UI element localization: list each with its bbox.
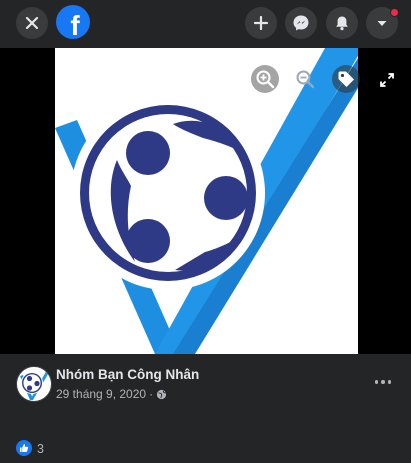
- globe-icon: [157, 389, 167, 399]
- zoom-out-icon: [296, 70, 315, 89]
- expand-icon: [380, 73, 394, 87]
- photo-viewer: [0, 48, 411, 354]
- notification-dot: [390, 8, 399, 17]
- tag-button[interactable]: [332, 65, 360, 93]
- top-bar: f: [0, 0, 411, 48]
- tag-icon: [338, 71, 354, 87]
- plus-icon: [253, 15, 269, 31]
- meta-separator: ·: [149, 387, 154, 401]
- facebook-logo-letter: f: [70, 10, 80, 41]
- more-options-button[interactable]: [371, 374, 395, 390]
- close-icon: [25, 16, 39, 30]
- zoom-in-icon: [256, 70, 275, 89]
- post-meta: 29 tháng 9, 2020 ·: [56, 387, 167, 401]
- zoom-in-button[interactable]: [251, 65, 279, 93]
- like-icon[interactable]: [16, 440, 32, 456]
- facebook-logo[interactable]: f: [56, 5, 90, 41]
- post-date-link[interactable]: 29 tháng 9, 2020: [56, 387, 146, 401]
- more-dot: [387, 380, 392, 384]
- reaction-count[interactable]: 3: [37, 442, 44, 456]
- fullscreen-button[interactable]: [376, 69, 398, 91]
- group-avatar[interactable]: [16, 366, 52, 402]
- more-dot: [374, 380, 379, 384]
- post-photo[interactable]: [55, 48, 358, 354]
- messenger-button[interactable]: [285, 7, 317, 39]
- group-logo-image: [55, 48, 358, 354]
- create-button[interactable]: [245, 7, 277, 39]
- zoom-out-button[interactable]: [291, 65, 319, 93]
- group-name-link[interactable]: Nhóm Bạn Công Nhân: [56, 367, 199, 382]
- notifications-button[interactable]: [326, 7, 358, 39]
- chevron-down-icon: [377, 21, 387, 26]
- bell-icon: [336, 16, 348, 31]
- close-button[interactable]: [16, 7, 48, 39]
- messenger-icon: [293, 15, 309, 31]
- group-logo-icon: [20, 368, 51, 400]
- thumbs-up-icon: [20, 444, 29, 452]
- more-dot: [381, 380, 385, 384]
